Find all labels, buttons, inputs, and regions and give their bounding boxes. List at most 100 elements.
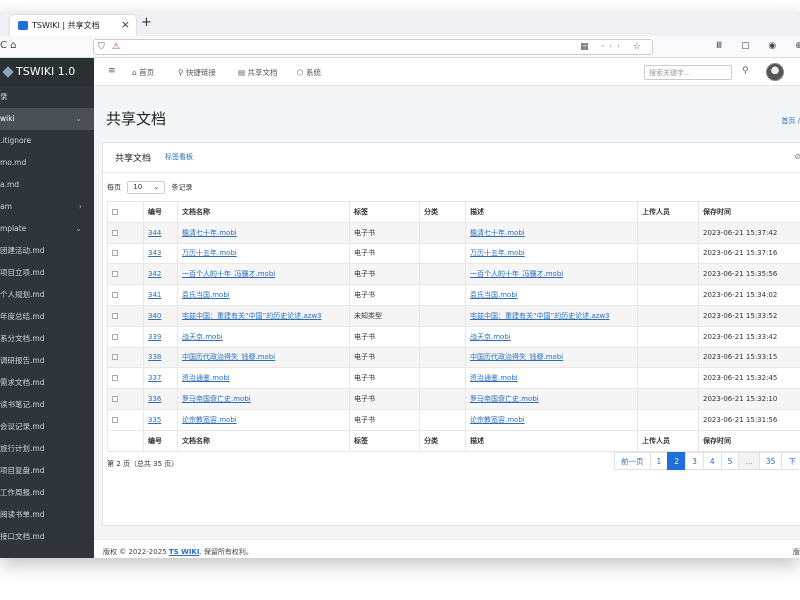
row-checkbox[interactable] [112, 312, 118, 319]
row-select-cell[interactable] [107, 242, 144, 265]
page-button[interactable]: 前一页 [614, 452, 651, 470]
doc-id-link[interactable]: 340 [148, 312, 161, 320]
nav-quick-links[interactable]: ⚲ 快捷链接 [178, 67, 216, 78]
row-checkbox[interactable] [112, 354, 118, 361]
sidebar-item[interactable]: 录 [0, 86, 94, 108]
doc-id-link[interactable]: 341 [148, 291, 161, 299]
sidebar-item[interactable]: 会议记录.md [0, 416, 94, 438]
sidebar-item[interactable]: 年度总结.md [0, 306, 94, 328]
doc-name-link[interactable]: 檐清七十年.mobi [182, 229, 237, 237]
table-row[interactable]: 340 宅兹中国：重建有关“中国”的历史论述.azw3 未知类型 宅兹中国：重建有关“… [107, 304, 800, 327]
doc-desc-link[interactable]: 万历十五年.mobi [470, 249, 525, 257]
doc-id-link[interactable]: 336 [148, 395, 161, 403]
sidebar-item[interactable]: 阅读书单.md [0, 504, 94, 526]
row-select-cell[interactable] [107, 408, 144, 431]
doc-id-link[interactable]: 338 [148, 353, 161, 361]
table-row[interactable]: 337 资治通鉴.mobi 电子书 资治通鉴.mobi 2023-06-21 15:32… [107, 367, 800, 390]
doc-name-link[interactable]: 一百个人的十年_冯骥才.mobi [182, 270, 275, 278]
doc-name-link[interactable]: 万历十五年.mobi [182, 249, 237, 257]
doc-id-link[interactable]: 335 [148, 416, 161, 424]
menu-toggle-icon[interactable]: ≡ [108, 66, 116, 76]
breadcrumb[interactable]: 首页 / [781, 116, 800, 126]
row-select-cell[interactable] [107, 325, 144, 348]
insecure-lock-icon[interactable]: ⚠ [112, 42, 120, 52]
footer-site-link[interactable]: TS WIKI [169, 548, 200, 556]
nav-shared-docs[interactable]: ▤ 共享文档 [238, 67, 277, 78]
sidebar-item[interactable]: 项目复盘.md [0, 460, 94, 482]
doc-id-link[interactable]: 344 [148, 229, 161, 237]
row-select-cell[interactable] [107, 263, 144, 286]
page-size-select[interactable]: 10 ⌄ [127, 181, 166, 194]
sidebar-item[interactable]: wiki ⌄ [0, 108, 94, 130]
row-select-cell[interactable] [107, 346, 144, 369]
search-icon[interactable]: ⚲ [742, 66, 749, 76]
table-row[interactable]: 342 一百个人的十年_冯骥才.mobi 电子书 一百个人的十年_冯骥才.mobi 20… [107, 263, 800, 286]
address-bar-actions[interactable]: ▦ ··· ☆ [580, 42, 646, 52]
doc-name-link[interactable]: 战天京.mobi [182, 333, 223, 341]
row-select-cell[interactable] [107, 388, 144, 410]
doc-name-link[interactable]: 宅兹中国：重建有关“中国”的历史论述.azw3 [182, 312, 322, 320]
doc-desc-link[interactable]: 宅兹中国：重建有关“中国”的历史论述.azw3 [470, 312, 610, 320]
page-button[interactable]: 2 [667, 452, 687, 470]
table-row[interactable]: 335 论宗教宽容.mobi 电子书 论宗教宽容.mobi 2023-06-21 15:… [107, 408, 800, 431]
sidebar-item[interactable]: .itignore [0, 130, 94, 152]
sidebar-item[interactable]: mplate ⌄ [0, 218, 94, 240]
reload-home-icons[interactable]: C ⌂ [0, 40, 17, 51]
row-select-cell[interactable] [107, 367, 144, 390]
sidebar-item[interactable]: a.md [0, 174, 94, 196]
doc-id-link[interactable]: 343 [148, 249, 161, 257]
card-title[interactable]: 共享文档 [115, 151, 151, 164]
table-row[interactable]: 343 万历十五年.mobi 电子书 万历十五年.mobi 2023-06-21 15:… [107, 242, 800, 265]
sidebar-item[interactable]: 读书笔记.md [0, 394, 94, 416]
doc-id-link[interactable]: 339 [148, 333, 161, 341]
row-checkbox[interactable] [112, 416, 118, 423]
page-button[interactable]: 1 [649, 452, 669, 470]
sidebar-item[interactable]: mo.md [0, 152, 94, 174]
doc-desc-link[interactable]: 檐清七十年.mobi [470, 229, 525, 237]
page-button[interactable]: 35 [758, 452, 783, 470]
row-checkbox[interactable] [112, 229, 118, 236]
row-select-cell[interactable] [107, 284, 144, 306]
row-checkbox[interactable] [112, 396, 118, 403]
address-bar[interactable]: ⛉ ⚠ ▦ ··· ☆ [93, 39, 653, 55]
sidebar-item[interactable]: 需求文档.md [0, 372, 94, 394]
page-button[interactable]: 3 [685, 452, 704, 470]
sidebar-item[interactable]: 旅行计划.md [0, 438, 94, 460]
sidebar-item[interactable]: 项目立项.md [0, 262, 94, 284]
sidebar-item[interactable]: am › [0, 196, 94, 218]
shield-icon[interactable]: ⛉ [98, 42, 105, 52]
table-row[interactable]: 339 战天京.mobi 电子书 战天京.mobi 2023-06-21 15:33:4… [107, 325, 800, 348]
sidebar-item[interactable]: 个人规划.md [0, 284, 94, 306]
avatar[interactable] [766, 63, 784, 81]
row-checkbox[interactable] [112, 375, 118, 382]
doc-id-link[interactable]: 337 [148, 374, 161, 382]
row-select-cell[interactable] [107, 304, 144, 327]
row-checkbox[interactable] [112, 292, 118, 299]
sidebar-item[interactable]: 工作周报.md [0, 482, 94, 504]
page-button[interactable]: 下 [781, 452, 800, 470]
tag-board-link[interactable]: 标签看板 [165, 152, 193, 162]
page-button[interactable]: 4 [702, 452, 722, 470]
doc-id-link[interactable]: 342 [148, 270, 161, 278]
doc-name-link[interactable]: 资治通鉴.mobi [182, 374, 230, 382]
nav-system[interactable]: ⬡ 系统 [297, 67, 321, 78]
table-row[interactable]: 341 袁氏当国.mobi 电子书 袁氏当国.mobi 2023-06-21 15:34… [107, 284, 800, 306]
doc-name-link[interactable]: 袁氏当国.mobi [182, 291, 230, 299]
row-select-cell[interactable] [107, 221, 144, 244]
head-select-all[interactable] [107, 201, 144, 223]
page-button[interactable]: 5 [720, 452, 740, 470]
doc-name-link[interactable]: 罗马帝国衰亡史.mobi [182, 395, 251, 403]
sidebar-item[interactable]: 系分文档.md [0, 328, 94, 350]
row-checkbox[interactable] [112, 333, 118, 340]
close-tab-icon[interactable]: × [121, 18, 130, 31]
doc-desc-link[interactable]: 罗马帝国衰亡史.mobi [470, 395, 539, 403]
doc-desc-link[interactable]: 中国历代政治得失_钱穆.mobi [470, 353, 563, 361]
doc-desc-link[interactable]: 一百个人的十年_冯骥才.mobi [470, 270, 563, 278]
doc-name-link[interactable]: 论宗教宽容.mobi [182, 416, 237, 424]
browser-tab[interactable]: TSWIKI | 共享文档 × [10, 15, 136, 36]
sidebar-item[interactable]: 接口文档.md [0, 526, 94, 548]
doc-name-link[interactable]: 中国历代政治得失_钱穆.mobi [182, 353, 275, 361]
doc-desc-link[interactable]: 袁氏当国.mobi [470, 291, 518, 299]
table-row[interactable]: 344 檐清七十年.mobi 电子书 檐清七十年.mobi 2023-06-21 15:… [107, 221, 800, 244]
doc-desc-link[interactable]: 论宗教宽容.mobi [470, 416, 525, 424]
